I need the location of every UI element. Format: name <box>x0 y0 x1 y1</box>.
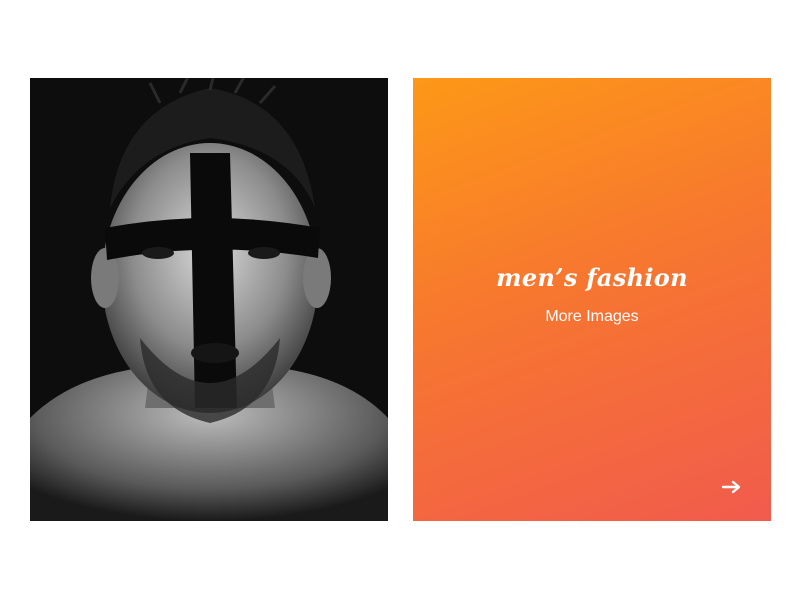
more-images-link[interactable]: More Images <box>413 308 771 326</box>
mens-fashion-card[interactable]: men’s fashion More Images <box>413 78 771 521</box>
portrait-illustration <box>30 78 388 521</box>
portrait-image <box>30 78 388 521</box>
arrow-right-icon[interactable] <box>721 478 743 496</box>
promo-title: men’s fashion <box>496 263 688 292</box>
